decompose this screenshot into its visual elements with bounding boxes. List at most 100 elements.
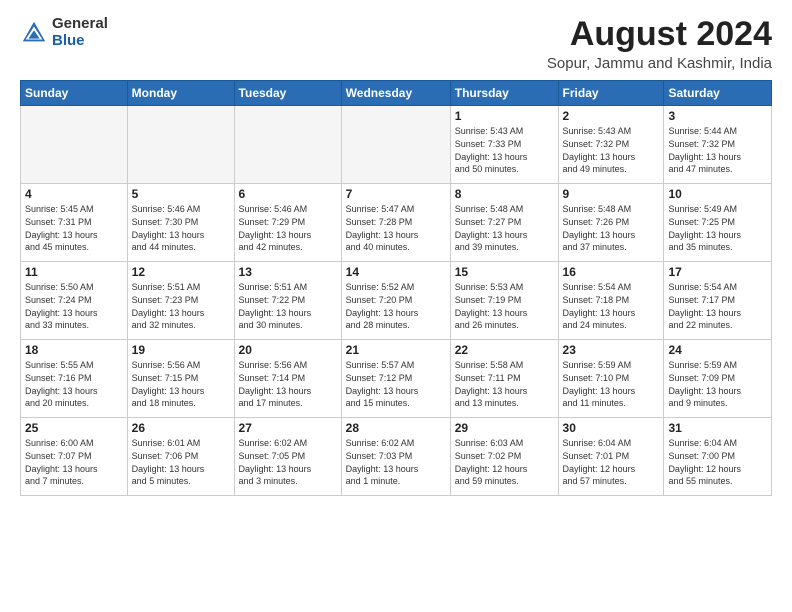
cell-day-number: 11 [25, 265, 123, 279]
cell-day-number: 21 [346, 343, 446, 357]
table-cell [234, 106, 341, 184]
table-cell: 2 Sunrise: 5:43 AMSunset: 7:32 PMDaylight… [558, 106, 664, 184]
cell-day-number: 22 [455, 343, 554, 357]
col-saturday: Saturday [664, 81, 772, 106]
cell-info: Sunrise: 5:54 AMSunset: 7:17 PMDaylight:… [668, 281, 767, 331]
table-cell [341, 106, 450, 184]
cell-day-number: 30 [563, 421, 660, 435]
calendar-page: General Blue August 2024 Sopur, Jammu an… [0, 0, 792, 508]
cell-info: Sunrise: 5:47 AMSunset: 7:28 PMDaylight:… [346, 203, 446, 253]
cell-day-number: 9 [563, 187, 660, 201]
header-row: Sunday Monday Tuesday Wednesday Thursday… [21, 81, 772, 106]
cell-day-number: 12 [132, 265, 230, 279]
table-cell: 9 Sunrise: 5:48 AMSunset: 7:26 PMDaylight… [558, 184, 664, 262]
location-title: Sopur, Jammu and Kashmir, India [547, 55, 772, 72]
table-cell: 25 Sunrise: 6:00 AMSunset: 7:07 PMDayligh… [21, 418, 128, 496]
cell-info: Sunrise: 5:44 AMSunset: 7:32 PMDaylight:… [668, 125, 767, 175]
cell-info: Sunrise: 6:04 AMSunset: 7:01 PMDaylight:… [563, 437, 660, 487]
logo: General Blue [20, 16, 108, 49]
cell-info: Sunrise: 5:51 AMSunset: 7:22 PMDaylight:… [239, 281, 337, 331]
cell-day-number: 27 [239, 421, 337, 435]
cell-day-number: 25 [25, 421, 123, 435]
cell-info: Sunrise: 6:02 AMSunset: 7:05 PMDaylight:… [239, 437, 337, 487]
title-block: August 2024 Sopur, Jammu and Kashmir, In… [547, 16, 772, 72]
table-cell: 29Sunrise: 6:03 AMSunset: 7:02 PMDayligh… [450, 418, 558, 496]
cell-info: Sunrise: 5:52 AMSunset: 7:20 PMDaylight:… [346, 281, 446, 331]
cell-info: Sunrise: 5:48 AMSunset: 7:26 PMDaylight:… [563, 203, 660, 253]
cell-info: Sunrise: 6:02 AMSunset: 7:03 PMDaylight:… [346, 437, 446, 487]
cell-day-number: 2 [563, 109, 660, 123]
cell-info: Sunrise: 5:59 AMSunset: 7:09 PMDaylight:… [668, 359, 767, 409]
table-cell: 8 Sunrise: 5:48 AMSunset: 7:27 PMDaylight… [450, 184, 558, 262]
table-cell: 7 Sunrise: 5:47 AMSunset: 7:28 PMDaylight… [341, 184, 450, 262]
week-row-3: 11 Sunrise: 5:50 AMSunset: 7:24 PMDayligh… [21, 262, 772, 340]
cell-day-number: 19 [132, 343, 230, 357]
cell-day-number: 28 [346, 421, 446, 435]
col-wednesday: Wednesday [341, 81, 450, 106]
logo-general-text: General [52, 16, 108, 33]
table-cell: 10Sunrise: 5:49 AMSunset: 7:25 PMDayligh… [664, 184, 772, 262]
table-cell: 18 Sunrise: 5:55 AMSunset: 7:16 PMDayligh… [21, 340, 128, 418]
table-cell: 16Sunrise: 5:54 AMSunset: 7:18 PMDayligh… [558, 262, 664, 340]
cell-day-number: 7 [346, 187, 446, 201]
table-cell: 15 Sunrise: 5:53 AMSunset: 7:19 PMDayligh… [450, 262, 558, 340]
table-cell: 4Sunrise: 5:45 AMSunset: 7:31 PMDaylight… [21, 184, 128, 262]
cell-day-number: 5 [132, 187, 230, 201]
cell-day-number: 4 [25, 187, 123, 201]
table-cell: 24 Sunrise: 5:59 AMSunset: 7:09 PMDayligh… [664, 340, 772, 418]
col-tuesday: Tuesday [234, 81, 341, 106]
cell-day-number: 1 [455, 109, 554, 123]
table-cell: 3 Sunrise: 5:44 AMSunset: 7:32 PMDaylight… [664, 106, 772, 184]
table-cell: 27 Sunrise: 6:02 AMSunset: 7:05 PMDayligh… [234, 418, 341, 496]
cell-day-number: 6 [239, 187, 337, 201]
cell-day-number: 15 [455, 265, 554, 279]
cell-day-number: 24 [668, 343, 767, 357]
table-cell: 14Sunrise: 5:52 AMSunset: 7:20 PMDayligh… [341, 262, 450, 340]
calendar-table: Sunday Monday Tuesday Wednesday Thursday… [20, 80, 772, 496]
cell-info: Sunrise: 5:59 AMSunset: 7:10 PMDaylight:… [563, 359, 660, 409]
table-cell: 20 Sunrise: 5:56 AMSunset: 7:14 PMDayligh… [234, 340, 341, 418]
cell-info: Sunrise: 5:43 AMSunset: 7:33 PMDaylight:… [455, 125, 554, 175]
table-cell: 12 Sunrise: 5:51 AMSunset: 7:23 PMDayligh… [127, 262, 234, 340]
cell-info: Sunrise: 5:51 AMSunset: 7:23 PMDaylight:… [132, 281, 230, 331]
cell-day-number: 17 [668, 265, 767, 279]
cell-day-number: 23 [563, 343, 660, 357]
cell-info: Sunrise: 5:55 AMSunset: 7:16 PMDaylight:… [25, 359, 123, 409]
cell-info: Sunrise: 5:53 AMSunset: 7:19 PMDaylight:… [455, 281, 554, 331]
month-title: August 2024 [547, 16, 772, 53]
cell-day-number: 31 [668, 421, 767, 435]
cell-info: Sunrise: 5:56 AMSunset: 7:15 PMDaylight:… [132, 359, 230, 409]
table-cell: 31 Sunrise: 6:04 AMSunset: 7:00 PMDayligh… [664, 418, 772, 496]
table-cell: 22 Sunrise: 5:58 AMSunset: 7:11 PMDayligh… [450, 340, 558, 418]
table-cell: 30 Sunrise: 6:04 AMSunset: 7:01 PMDayligh… [558, 418, 664, 496]
cell-info: Sunrise: 5:46 AMSunset: 7:29 PMDaylight:… [239, 203, 337, 253]
cell-day-number: 26 [132, 421, 230, 435]
table-cell [127, 106, 234, 184]
cell-day-number: 20 [239, 343, 337, 357]
week-row-5: 25 Sunrise: 6:00 AMSunset: 7:07 PMDayligh… [21, 418, 772, 496]
calendar-body: 1 Sunrise: 5:43 AMSunset: 7:33 PMDaylight… [21, 106, 772, 496]
cell-info: Sunrise: 5:56 AMSunset: 7:14 PMDaylight:… [239, 359, 337, 409]
cell-day-number: 8 [455, 187, 554, 201]
cell-info: Sunrise: 5:50 AMSunset: 7:24 PMDaylight:… [25, 281, 123, 331]
table-cell: 17 Sunrise: 5:54 AMSunset: 7:17 PMDayligh… [664, 262, 772, 340]
cell-info: Sunrise: 6:04 AMSunset: 7:00 PMDaylight:… [668, 437, 767, 487]
col-friday: Friday [558, 81, 664, 106]
table-cell: 13Sunrise: 5:51 AMSunset: 7:22 PMDayligh… [234, 262, 341, 340]
cell-info: Sunrise: 5:48 AMSunset: 7:27 PMDaylight:… [455, 203, 554, 253]
cell-info: Sunrise: 6:00 AMSunset: 7:07 PMDaylight:… [25, 437, 123, 487]
cell-info: Sunrise: 5:58 AMSunset: 7:11 PMDaylight:… [455, 359, 554, 409]
table-cell: 11 Sunrise: 5:50 AMSunset: 7:24 PMDayligh… [21, 262, 128, 340]
cell-day-number: 18 [25, 343, 123, 357]
cell-info: Sunrise: 5:43 AMSunset: 7:32 PMDaylight:… [563, 125, 660, 175]
cell-day-number: 16 [563, 265, 660, 279]
cell-info: Sunrise: 5:46 AMSunset: 7:30 PMDaylight:… [132, 203, 230, 253]
table-cell: 26Sunrise: 6:01 AMSunset: 7:06 PMDayligh… [127, 418, 234, 496]
cell-info: Sunrise: 5:57 AMSunset: 7:12 PMDaylight:… [346, 359, 446, 409]
logo-blue-text: Blue [52, 33, 108, 50]
table-cell: 28 Sunrise: 6:02 AMSunset: 7:03 PMDayligh… [341, 418, 450, 496]
week-row-4: 18 Sunrise: 5:55 AMSunset: 7:16 PMDayligh… [21, 340, 772, 418]
col-monday: Monday [127, 81, 234, 106]
cell-day-number: 3 [668, 109, 767, 123]
table-cell: 5 Sunrise: 5:46 AMSunset: 7:30 PMDaylight… [127, 184, 234, 262]
